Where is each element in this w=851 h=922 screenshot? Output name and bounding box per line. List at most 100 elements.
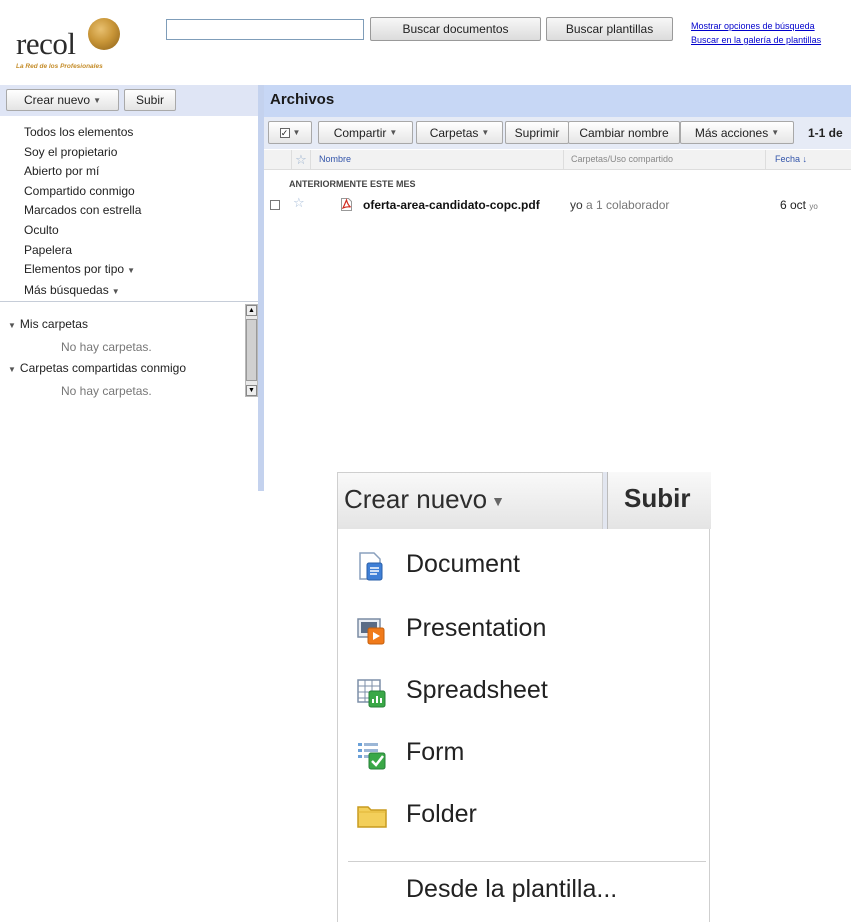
zoom-upload-button[interactable]: Subir <box>607 472 711 529</box>
sidebar-item-more-searches[interactable]: Más búsquedas ▼ <box>24 281 141 302</box>
chevron-down-icon: ▼ <box>127 266 135 276</box>
logo-tagline: La Red de los Profesionales <box>16 63 103 70</box>
chevron-down-icon: ▼ <box>389 128 398 137</box>
presentation-icon <box>357 618 385 645</box>
menu-item-label: Folder <box>406 800 477 828</box>
sidebar-item-starred[interactable]: Marcados con estrella <box>24 201 141 221</box>
file-date-value: 6 oct <box>780 198 807 212</box>
menu-item-document[interactable]: Document <box>338 537 710 597</box>
zoom-create-new-text: Crear nuevo <box>344 484 488 514</box>
menu-item-spreadsheet[interactable]: Spreadsheet <box>338 661 710 721</box>
sidebar-item-label: Elementos por tipo <box>24 262 125 277</box>
sort-arrow-icon: ↓ <box>802 154 808 164</box>
sidebar-item-label: Más búsquedas <box>24 282 109 297</box>
triangle-down-icon: ▼ <box>8 321 16 330</box>
zoom-create-new-button[interactable]: Crear nuevo ▼ <box>337 472 603 529</box>
share-label: Compartir <box>333 125 387 140</box>
more-actions-label: Más acciones <box>694 125 769 140</box>
sidebar-item-all-items[interactable]: Todos los elementos <box>24 123 141 143</box>
chevron-down-icon: ▼ <box>771 128 780 137</box>
create-new-menu: Document Presentation Spreadsheet Form F… <box>337 529 710 922</box>
sidebar-nav: Todos los elementos Soy el propietario A… <box>24 123 141 301</box>
result-count: 1-1 de <box>808 126 843 140</box>
document-icon <box>359 552 383 581</box>
share-button[interactable]: Compartir ▼ <box>318 121 413 144</box>
shared-folders-toggle[interactable]: ▼ Carpetas compartidas conmigo <box>8 357 186 381</box>
menu-item-label: Presentation <box>406 614 547 642</box>
sidebar-item-shared-with-me[interactable]: Compartido conmigo <box>24 182 141 202</box>
logo-text: recol <box>16 26 76 61</box>
menu-item-label: Spreadsheet <box>406 676 548 704</box>
shared-folders-empty: No hay carpetas. <box>61 384 152 398</box>
search-documents-button[interactable]: Buscar documentos <box>370 17 541 41</box>
page-title: Archivos <box>270 91 335 108</box>
sidebar-item-owned-by-me[interactable]: Soy el propietario <box>24 143 141 163</box>
spreadsheet-icon <box>357 679 386 708</box>
select-all-dropdown[interactable]: ✓ ▼ <box>268 121 312 144</box>
folder-icon <box>357 806 387 828</box>
menu-item-label: Form <box>406 738 465 766</box>
row-checkbox[interactable] <box>270 200 280 210</box>
menu-item-form[interactable]: Form <box>338 723 710 783</box>
checkbox-icon: ✓ <box>279 127 290 138</box>
star-column-icon[interactable]: ☆ <box>291 150 311 170</box>
menu-item-folder[interactable]: Folder <box>338 785 710 845</box>
my-folders-empty: No hay carpetas. <box>61 340 152 354</box>
file-sharing: yo a 1 colaborador <box>570 198 669 212</box>
folders-button[interactable]: Carpetas ▼ <box>416 121 503 144</box>
zoom-create-new-label: Crear nuevo ▼ <box>344 484 505 515</box>
create-new-label: Crear nuevo <box>24 93 91 107</box>
show-search-options-link[interactable]: Mostrar opciones de búsqueda <box>691 19 821 33</box>
file-modified-by: yo <box>809 202 818 211</box>
create-new-button[interactable]: Crear nuevo ▼ <box>6 89 119 111</box>
menu-item-label: Desde la plantilla... <box>406 875 618 903</box>
sidebar-item-opened-by-me[interactable]: Abierto por mí <box>24 162 141 182</box>
form-icon <box>358 743 386 770</box>
logo-emblem-icon <box>88 18 120 50</box>
my-folders-toggle[interactable]: ▼ Mis carpetas <box>8 313 186 337</box>
create-new-zoom-inset: Crear nuevo ▼ Subir Document Presentation <box>337 472 711 922</box>
file-collaborators[interactable]: a 1 colaborador <box>586 198 669 212</box>
sidebar-item-trash[interactable]: Papelera <box>24 241 141 261</box>
column-date-header[interactable]: Fecha ↓ <box>775 154 807 164</box>
upload-button[interactable]: Subir <box>124 89 176 111</box>
file-owner: yo <box>570 198 583 212</box>
column-folders-header[interactable]: Carpetas/Uso compartido <box>563 150 766 170</box>
search-input[interactable] <box>166 19 364 40</box>
column-folders-label: Carpetas/Uso compartido <box>571 154 674 164</box>
scroll-up-arrow-icon[interactable]: ▲ <box>246 305 257 316</box>
folder-scrollbar[interactable]: ▲ ▼ <box>245 304 258 397</box>
search-templates-button[interactable]: Buscar plantillas <box>546 17 673 41</box>
file-name-link[interactable]: oferta-area-candidato-copc.pdf <box>363 198 540 212</box>
my-folders-label: Mis carpetas <box>19 317 88 331</box>
sidebar-divider <box>0 301 258 302</box>
pdf-file-icon <box>341 198 352 211</box>
star-icon[interactable]: ☆ <box>293 195 305 211</box>
sidebar-item-items-by-type[interactable]: Elementos por tipo ▼ <box>24 260 141 281</box>
scroll-thumb[interactable] <box>246 319 257 381</box>
shared-folders-label: Carpetas compartidas conmigo <box>19 361 186 375</box>
menu-separator <box>348 861 706 862</box>
search-links: Mostrar opciones de búsqueda Buscar en l… <box>691 19 821 47</box>
template-gallery-link[interactable]: Buscar en la galería de plantillas <box>691 33 821 47</box>
column-name-header[interactable]: Nombre <box>319 154 351 164</box>
menu-item-label: Document <box>406 550 520 578</box>
chevron-down-icon: ▼ <box>491 493 505 510</box>
group-label: ANTERIORMENTE ESTE MES <box>289 179 416 189</box>
sidebar-item-hidden[interactable]: Oculto <box>24 221 141 241</box>
chevron-down-icon: ▼ <box>93 95 101 105</box>
more-actions-button[interactable]: Más acciones ▼ <box>680 121 794 144</box>
folders-label: Carpetas <box>429 125 479 140</box>
main-header-bar <box>264 85 851 117</box>
chevron-down-icon: ▼ <box>292 128 301 137</box>
rename-button[interactable]: Cambiar nombre <box>568 121 680 144</box>
scroll-down-arrow-icon[interactable]: ▼ <box>246 385 257 396</box>
column-date-label: Fecha <box>775 154 801 164</box>
triangle-down-icon: ▼ <box>8 365 16 374</box>
table-row[interactable] <box>264 194 851 214</box>
file-date: 6 oct yo <box>780 198 818 212</box>
menu-item-presentation[interactable]: Presentation <box>338 599 710 659</box>
delete-button[interactable]: Suprimir <box>505 121 569 144</box>
menu-item-from-template[interactable]: Desde la plantilla... <box>338 864 710 922</box>
recol-logo[interactable]: recol La Red de los Profesionales <box>14 14 144 74</box>
